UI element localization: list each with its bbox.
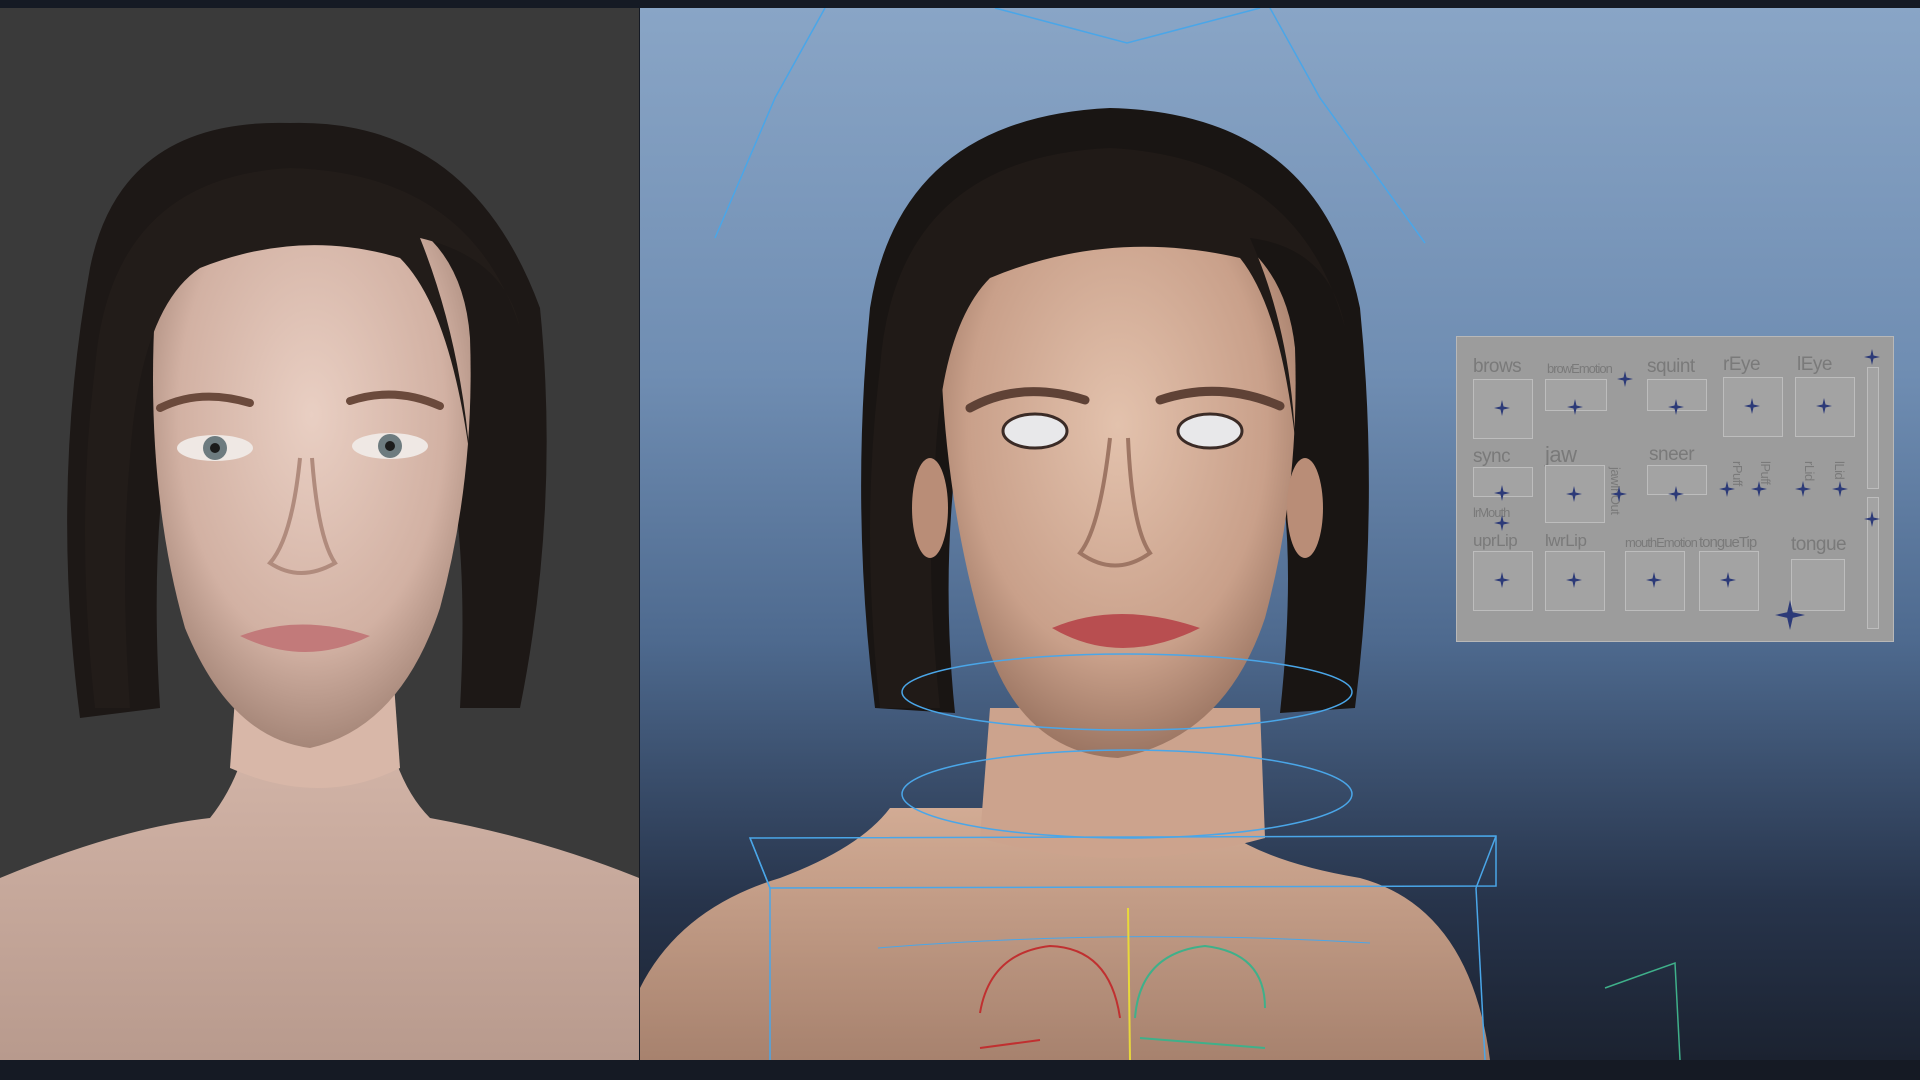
four-point-star-icon: [1494, 400, 1510, 416]
label-r-lid: rLid: [1802, 461, 1817, 481]
four-point-star-icon: [1668, 399, 1684, 415]
four-point-star-icon: [1646, 572, 1662, 588]
four-point-star-icon: [1494, 572, 1510, 588]
four-point-star-icon: [1775, 600, 1805, 630]
four-point-star-icon: [1567, 399, 1583, 415]
label-r-eye: rEye: [1723, 354, 1761, 375]
rig-curve-left[interactable]: [714, 8, 826, 239]
label-l-lid: lLid: [1832, 461, 1847, 480]
control-lid-slider[interactable]: [1864, 349, 1880, 365]
control-upr-lip[interactable]: [1494, 572, 1510, 588]
control-tongue[interactable]: [1775, 600, 1805, 630]
face: [940, 203, 1296, 758]
four-point-star-icon: [1668, 486, 1684, 502]
control-r-eye[interactable]: [1744, 398, 1760, 414]
render-portrait: [0, 122, 639, 1060]
four-point-star-icon: [1816, 398, 1832, 414]
control-brow-emotion[interactable]: [1567, 399, 1583, 415]
four-point-star-icon: [1566, 572, 1582, 588]
four-point-star-icon: [1719, 481, 1735, 497]
final-render-panel: [0, 8, 639, 1060]
four-point-star-icon: [1494, 515, 1510, 531]
four-point-star-icon: [1720, 572, 1736, 588]
four-point-star-icon: [1751, 481, 1767, 497]
control-brows[interactable]: [1494, 400, 1510, 416]
four-point-star-icon: [1795, 481, 1811, 497]
control-brow-extra[interactable]: [1617, 371, 1633, 387]
control-lwr-lip[interactable]: [1566, 572, 1582, 588]
control-r-puff[interactable]: [1719, 481, 1735, 497]
control-jaw[interactable]: [1566, 486, 1582, 502]
label-mouth-emotion: mouthEmotion: [1625, 535, 1698, 550]
lid-slider[interactable]: [1867, 367, 1879, 489]
label-l-eye: lEye: [1797, 354, 1832, 375]
label-tongue-tip: tongueTip: [1699, 534, 1757, 551]
label-brows: brows: [1473, 356, 1522, 377]
control-lr-mouth[interactable]: [1494, 515, 1510, 531]
label-brow-emotion: browEmotion: [1547, 361, 1613, 376]
control-jaw-in-out[interactable]: [1611, 486, 1627, 502]
control-sneer[interactable]: [1668, 486, 1684, 502]
four-point-star-icon: [1494, 485, 1510, 501]
label-squint: squint: [1647, 356, 1695, 377]
label-sneer: sneer: [1649, 444, 1695, 465]
control-sync[interactable]: [1494, 485, 1510, 501]
control-tongue-tip[interactable]: [1720, 572, 1736, 588]
label-lwr-lip: lwrLip: [1545, 531, 1587, 550]
facial-control-picker: brows browEmotion squint rEye lEye sync …: [1456, 336, 1894, 642]
control-r-lid[interactable]: [1795, 481, 1811, 497]
four-point-star-icon: [1611, 486, 1627, 502]
control-squint[interactable]: [1668, 399, 1684, 415]
label-sync: sync: [1473, 446, 1511, 467]
four-point-star-icon: [1744, 398, 1760, 414]
four-point-star-icon: [1617, 371, 1633, 387]
label-upr-lip: uprLip: [1473, 531, 1518, 550]
control-jaw-slider[interactable]: [1864, 511, 1880, 527]
label-tongue: tongue: [1791, 534, 1847, 555]
four-point-star-icon: [1832, 481, 1848, 497]
four-point-star-icon: [1864, 349, 1880, 365]
top-border: [0, 0, 1920, 8]
control-l-puff[interactable]: [1751, 481, 1767, 497]
label-jaw: jaw: [1545, 442, 1577, 467]
control-mouth-emotion[interactable]: [1646, 572, 1662, 588]
rig-curve-top[interactable]: [994, 8, 1261, 44]
four-point-star-icon: [1864, 511, 1880, 527]
control-l-eye[interactable]: [1816, 398, 1832, 414]
four-point-star-icon: [1566, 486, 1582, 502]
bottom-border: [0, 1060, 1920, 1080]
control-l-lid[interactable]: [1832, 481, 1848, 497]
